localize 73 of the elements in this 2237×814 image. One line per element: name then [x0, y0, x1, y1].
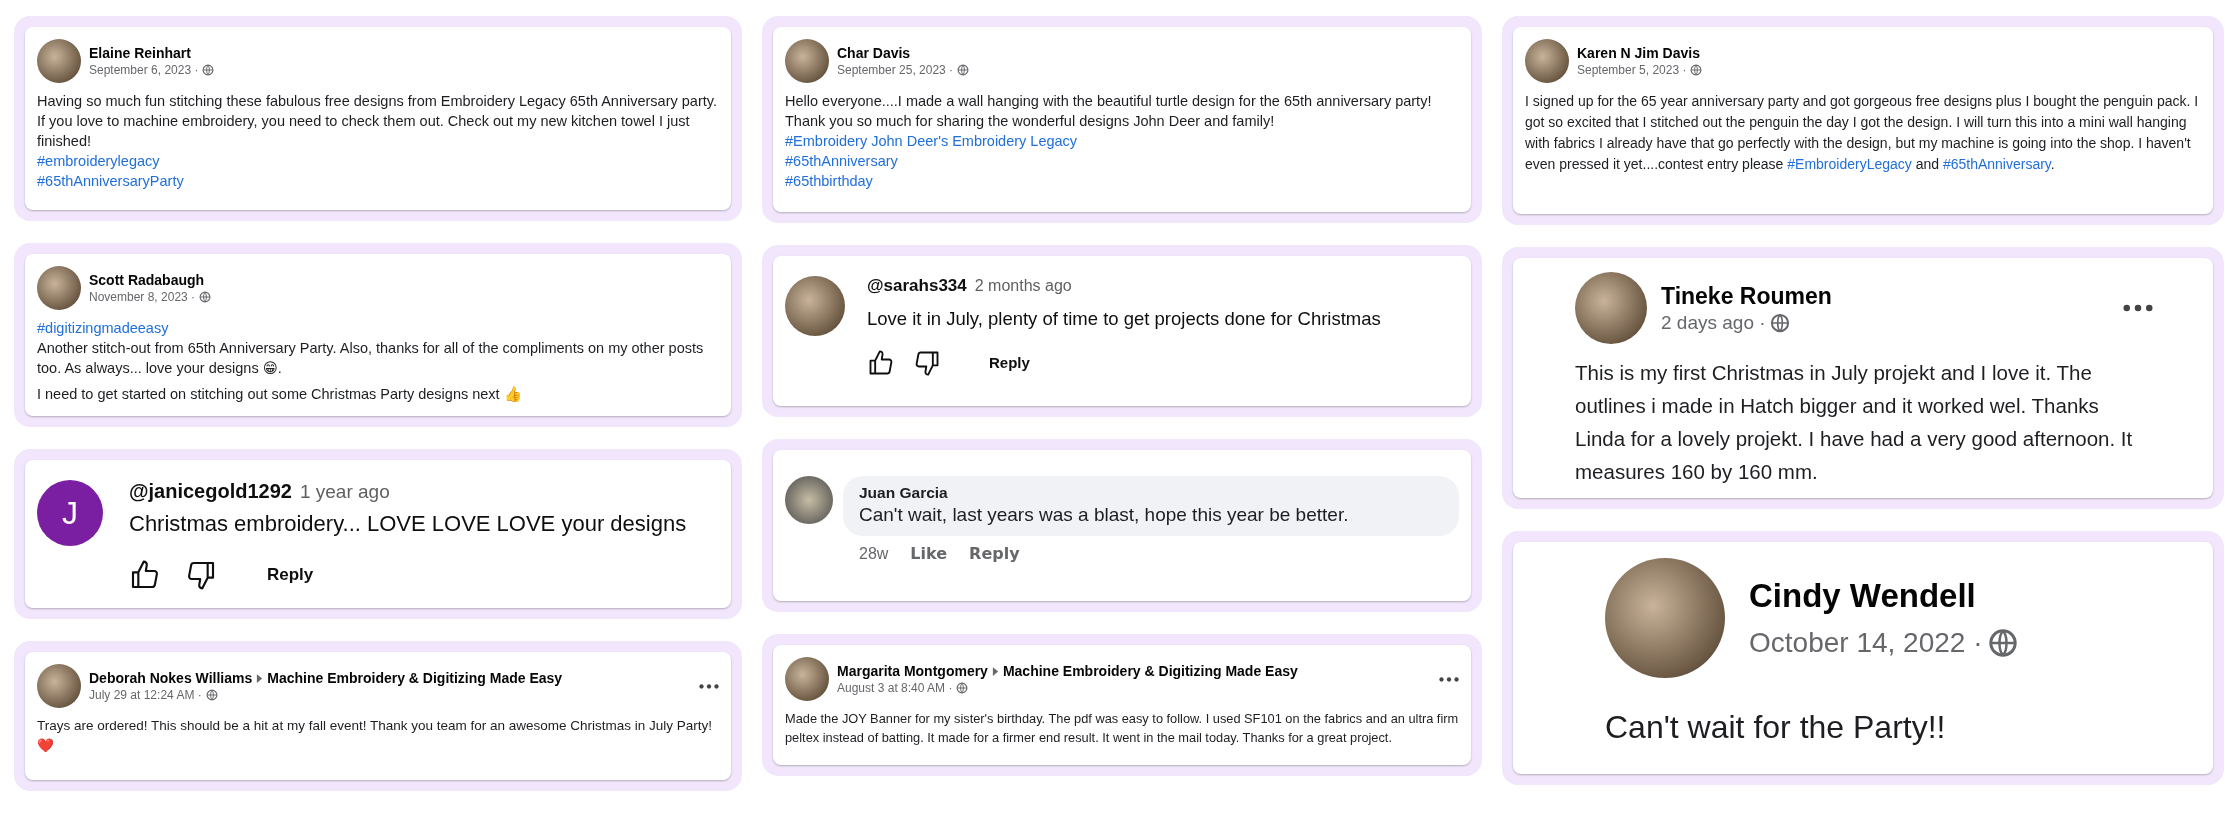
globe-icon [956, 682, 969, 694]
post-text: Can't wait for the Party!! [1605, 708, 1947, 747]
group-name[interactable]: Machine Embroidery & Digitizing Made Easy [1002, 663, 1298, 679]
more-icon[interactable] [2123, 304, 2153, 312]
post-text: This is my first Christmas in July projekt and I love it. The outlines i made in Hatch bigger and it worked wel. Thanks Linda for a lovely projekt. I have had a very good afternoon. It measures 160 by 160 mm. [1575, 360, 2134, 485]
avatar-photo [785, 476, 833, 524]
hashtag-link[interactable]: #embroiderylegacy [37, 151, 160, 171]
more-icon[interactable] [699, 683, 719, 689]
post-text: Made the JOY Banner for my sister's birthday. The pdf was easy to follow. I used SF101 on the fabrics and an ultra firm peltex instead of batting. It made for a firmer end result. It went in the mail today. Thanks for a great project. [785, 710, 1459, 747]
author-name[interactable]: Cindy Wendell [1749, 577, 1976, 615]
avatar-photo [785, 657, 829, 701]
comment-time: 2 months ago [974, 277, 1072, 295]
globe-icon [202, 64, 215, 76]
comment-time: 1 year ago [299, 481, 390, 503]
caret-icon [991, 665, 999, 677]
action-link[interactable]: Like [910, 544, 948, 563]
hashtag-link[interactable]: #65thAnniversary [785, 151, 898, 171]
hashtag-link[interactable]: #Embroidery John Deer's Embroidery Legacy [785, 131, 1078, 151]
avatar-photo [785, 39, 829, 83]
reply-button[interactable]: Reply [979, 348, 1040, 377]
author-name[interactable]: Scott Radabaugh [89, 272, 205, 288]
author-name[interactable]: Deborah Nokes Williams [89, 670, 253, 686]
hashtag-link[interactable]: #digitizingmadeeasy [37, 318, 169, 338]
action-link[interactable]: Reply [969, 544, 1020, 563]
post-date[interactable]: November 8, 2023 · [89, 290, 196, 304]
post-date[interactable]: September 5, 2023 · [1577, 63, 1687, 77]
hashtag-link[interactable]: #65thbirthday [785, 171, 873, 191]
author-name[interactable]: Char Davis [837, 45, 911, 61]
globe-icon [199, 291, 212, 303]
avatar-photo [37, 664, 81, 708]
avatar-initial: J [37, 480, 103, 546]
hashtag-link[interactable]: #65thAnniversaryParty [37, 171, 184, 191]
comment-time: 28w [859, 544, 889, 563]
avatar-photo [37, 266, 81, 310]
author-name[interactable]: Karen N Jim Davis [1577, 45, 1700, 61]
avatar-photo [785, 276, 845, 336]
avatar-photo [1525, 39, 1569, 83]
globe-icon [205, 689, 218, 701]
comment-text: Love it in July, plenty of time to get projects done for Christmas [867, 308, 1381, 330]
post-text: Having so much fun stitching these fabulous free designs from Embroidery Legacy 65th Anniversary party. If you love to machine embroidery, you need to check them out. Check out my new kitchen towel I just finished! [37, 92, 718, 151]
post-date[interactable]: 2 days ago · [1661, 311, 1766, 334]
post-text: I signed up for the 65 year anniversary party and got gorgeous free designs plus I bought the penguin pack. I got so excited that I stitched out the penguin the day I got the design. I will turn this into a mini wall hanging with fabrics I already have that go perfectly with the design, but my machine is going into the shop. I haven't even pressed it yet....contest entry please #EmbroideryLegacy and #65thAnniversary. [1525, 92, 2200, 174]
author-name[interactable]: Margarita Montgomery [837, 663, 988, 679]
post-date[interactable]: October 14, 2022 · [1749, 627, 1983, 659]
hashtag-link[interactable]: #EmbroideryLegacy [1787, 156, 1912, 172]
globe-icon [1988, 628, 2019, 658]
post-text: I need to get started on stitching out some Christmas Party designs next 👍 [37, 385, 523, 404]
author-name[interactable]: Juan Garcia [859, 484, 1443, 502]
user-handle[interactable]: @janicegold1292 [129, 480, 292, 503]
post-date[interactable]: July 29 at 12:24 AM · [89, 688, 202, 702]
group-name[interactable]: Machine Embroidery & Digitizing Made Easy [267, 670, 563, 686]
globe-icon [957, 64, 970, 76]
post-date[interactable]: September 25, 2023 · [837, 63, 954, 77]
hashtag-link[interactable]: #65thAnniversary [1942, 156, 2051, 172]
post-date[interactable]: August 3 at 8:40 AM · [837, 681, 953, 695]
avatar-photo [37, 39, 81, 83]
post-text: Hello everyone....I made a wall hanging with the beautiful turtle design for the 65th anniversary party! Thank you so much for sharing the wonderful designs John Deer and family! [785, 92, 1433, 131]
thumbs-down-icon[interactable] [185, 559, 217, 591]
author-name[interactable]: Elaine Reinhart [89, 45, 191, 61]
globe-icon [1690, 64, 1703, 76]
user-handle[interactable]: @sarahs334 [867, 276, 967, 296]
more-icon[interactable] [1439, 676, 1459, 682]
globe-icon [1769, 312, 1790, 333]
author-name[interactable]: Tineke Roumen [1661, 282, 1832, 310]
thumbs-up-icon[interactable] [867, 348, 895, 377]
post-text: Another stitch-out from 65th Anniversary Party. Also, thanks for all of the compliments on my other posts too. As always... love your designs 😁. [37, 339, 705, 378]
comment-text: Can't wait, last years was a blast, hope this year be better. [859, 504, 1350, 526]
thumbs-up-icon[interactable] [129, 559, 161, 591]
reply-button[interactable]: Reply [257, 559, 324, 591]
comment-text: Christmas embroidery... LOVE LOVE LOVE your designs [129, 511, 687, 537]
post-text: Trays are ordered! This should be a hit at my fall event! Thank you team for an awesome Christmas in July Party! ❤ [37, 717, 714, 755]
caret-icon [256, 672, 264, 684]
post-date[interactable]: September 6, 2023 · [89, 63, 199, 77]
